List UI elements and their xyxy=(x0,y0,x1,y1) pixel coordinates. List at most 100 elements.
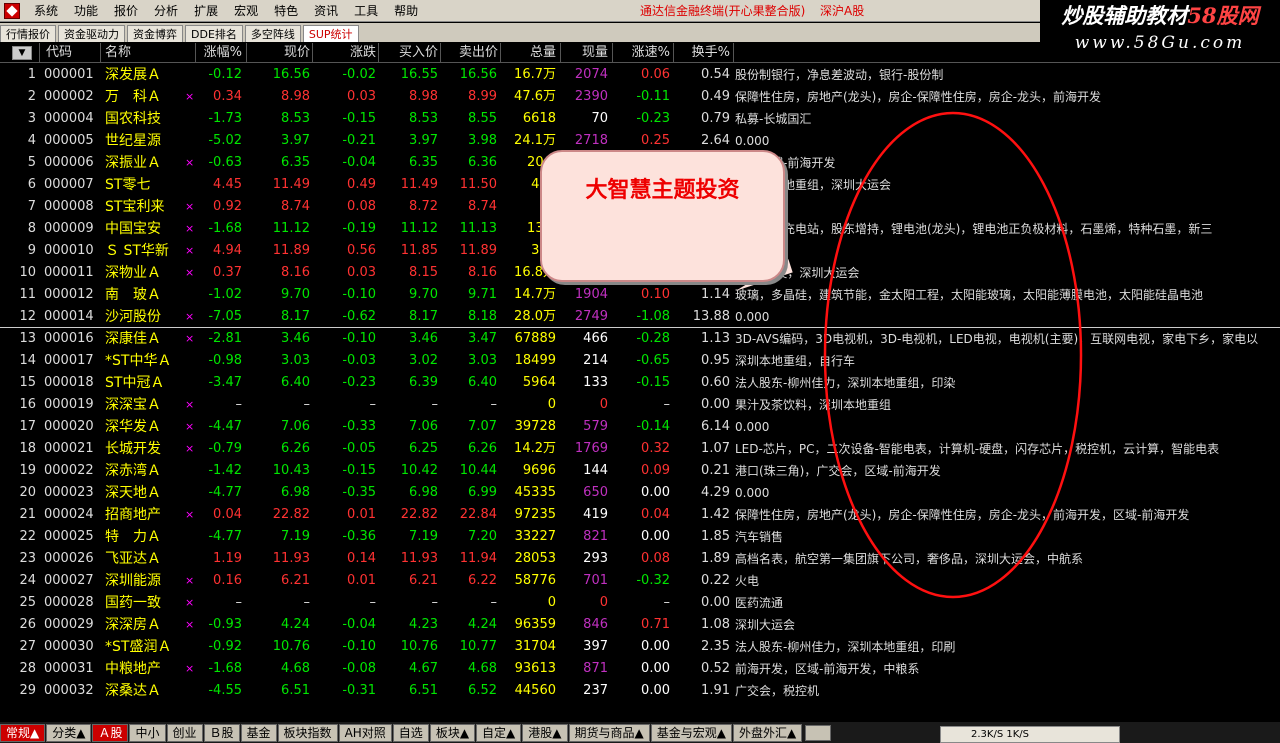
tab-fund-game[interactable]: 资金博弈 xyxy=(127,25,183,42)
table-row[interactable]: 28 000031 中粮地产 × -1.68 4.68 -0.08 4.67 4.68 93613… xyxy=(0,658,1280,680)
change-value: 0.01 xyxy=(347,507,376,522)
status-flag xyxy=(185,350,195,372)
table-row[interactable]: 21 000024 招商地产 × 0.04 22.82 0.01 22.82 22.84 9723… xyxy=(0,504,1280,526)
change-value: -0.05 xyxy=(342,441,376,456)
col-volume[interactable]: 总量 xyxy=(510,43,556,63)
col-current-volume[interactable]: 现量 xyxy=(565,43,608,63)
menu-tools[interactable]: 工具 xyxy=(346,0,386,22)
table-row[interactable]: 15 000018 ST中冠Ａ -3.47 6.40 -0.23 6.39 6.40 5964 1… xyxy=(0,372,1280,394)
table-row[interactable]: 3 000004 国农科技 -1.73 8.53 -0.15 8.53 8.55 6618 70 -… xyxy=(0,108,1280,130)
col-bid[interactable]: 买入价 xyxy=(380,43,438,63)
total-volume: 58776 xyxy=(514,573,556,588)
table-row[interactable]: 1 000001 深发展Ａ -0.12 16.56 -0.02 16.55 16.56 16.7… xyxy=(0,64,1280,86)
bottom-tab[interactable]: 期货与商品▲ xyxy=(568,723,650,742)
table-row[interactable]: 11 000012 南 玻Ａ -1.02 9.70 -0.10 9.70 9.71 14.7万 1… xyxy=(0,284,1280,306)
stock-name: 中粮地产 xyxy=(105,661,161,677)
col-turnover[interactable]: 换手% xyxy=(676,43,730,63)
table-row[interactable]: 17 000020 深华发Ａ × -4.47 7.06 -0.33 7.06 7.07 39728… xyxy=(0,416,1280,438)
tab-quote[interactable]: 行情报价 xyxy=(0,25,56,42)
status-flag: × xyxy=(185,574,195,587)
change-pct: 0.34 xyxy=(213,89,242,104)
turnover: 1.91 xyxy=(701,683,730,698)
menu-system[interactable]: 系统 xyxy=(26,0,66,22)
bottom-tab[interactable]: 板块指数 xyxy=(277,723,338,742)
turnover: 0.60 xyxy=(701,375,730,390)
bottom-tab[interactable]: 常规▲ xyxy=(0,723,46,742)
col-price[interactable]: 现价 xyxy=(260,43,310,63)
table-row[interactable]: 23 000026 飞亚达Ａ 1.19 11.93 0.14 11.93 11.94 28053… xyxy=(0,548,1280,570)
tab-sup-stats[interactable]: SUP统计 xyxy=(302,25,359,42)
stock-name: 世纪星源 xyxy=(105,133,161,149)
table-row[interactable]: 16 000019 深深宝Ａ × – – – – –0 0–0.00 果汁及茶饮料，深圳本地重组 xyxy=(0,394,1280,416)
col-speed[interactable]: 涨速% xyxy=(615,43,670,63)
turnover: 0.49 xyxy=(701,89,730,104)
row-index: 10 xyxy=(19,265,36,280)
table-row[interactable]: 18 000021 长城开发 × -0.79 6.26 -0.05 6.25 6.26 14.2万… xyxy=(0,438,1280,460)
table-row[interactable]: 25 000028 国药一致 × – – – – –0 0–0.00 医药流通 xyxy=(0,592,1280,614)
bottom-tab[interactable]: Ａ股 xyxy=(92,723,129,742)
stock-code: 000026 xyxy=(44,551,94,566)
menu-function[interactable]: 功能 xyxy=(66,0,106,22)
table-row[interactable]: 22 000025 特 力Ａ -4.77 7.19 -0.36 7.19 7.20 33227 8… xyxy=(0,526,1280,548)
table-row[interactable]: 14 000017 *ST中华Ａ -0.98 3.03 -0.03 3.02 3.03 1849… xyxy=(0,350,1280,372)
stock-name: 飞亚达Ａ xyxy=(105,551,161,567)
table-row[interactable]: 13 000016 深康佳Ａ × -2.81 3.46 -0.10 3.46 3.47 67889… xyxy=(0,328,1280,350)
status-flag xyxy=(185,64,195,86)
table-row[interactable]: 2 000002 万 科Ａ × 0.34 8.98 0.03 8.98 8.99 47.6万 239… xyxy=(0,86,1280,108)
stock-code: 000024 xyxy=(44,507,94,522)
tab-fund-drive[interactable]: 资金驱动力 xyxy=(58,25,125,42)
bottom-tab[interactable]: 自定▲ xyxy=(476,723,522,742)
col-name[interactable]: 名称 xyxy=(105,43,145,63)
table-row[interactable]: 27 000030 *ST盛润Ａ -0.92 10.76 -0.10 10.76 10.77 3… xyxy=(0,636,1280,658)
bottom-tab[interactable]: 基金与宏观▲ xyxy=(650,723,732,742)
row-index: 16 xyxy=(19,397,36,412)
menu-quote[interactable]: 报价 xyxy=(106,0,146,22)
scroll-left-button[interactable] xyxy=(805,724,832,741)
app-logo-icon[interactable] xyxy=(4,2,20,19)
bottom-tab[interactable]: 中小 xyxy=(129,723,166,742)
change-speed: -0.65 xyxy=(636,353,670,368)
bottom-tab[interactable]: 基金 xyxy=(240,723,277,742)
tab-long-short[interactable]: 多空阵线 xyxy=(244,25,301,42)
change-value: -0.10 xyxy=(342,287,376,302)
stock-name: Ｓ ST华新 xyxy=(105,243,169,259)
menu-analysis[interactable]: 分析 xyxy=(146,0,186,22)
table-row[interactable]: 29 000032 深桑达Ａ -4.55 6.51 -0.31 6.51 6.52 44560 2… xyxy=(0,680,1280,702)
table-row[interactable]: 19 000022 深赤湾Ａ -1.42 10.43 -0.15 10.42 10.44 969… xyxy=(0,460,1280,482)
sort-dropdown-button[interactable]: ▼ xyxy=(12,46,32,60)
row-index: 20 xyxy=(19,485,36,500)
total-volume: 9696 xyxy=(522,463,556,478)
bottom-tab[interactable]: AH对照 xyxy=(338,723,392,742)
stock-code: 000006 xyxy=(44,155,94,170)
table-row[interactable]: 26 000029 深深房Ａ × -0.93 4.24 -0.04 4.23 4.24 96359… xyxy=(0,614,1280,636)
bottom-tab[interactable]: 分类▲ xyxy=(46,723,92,742)
current-price: 6.26 xyxy=(281,441,310,456)
bottom-tab[interactable]: 自选 xyxy=(392,723,429,742)
row-index: 3 xyxy=(27,111,36,126)
col-code[interactable]: 代码 xyxy=(46,43,86,63)
change-speed: 0.10 xyxy=(641,287,670,302)
col-ask[interactable]: 卖出价 xyxy=(440,43,498,63)
col-change-pct[interactable]: 涨幅% xyxy=(190,43,242,63)
row-index: 23 xyxy=(19,551,36,566)
menu-macro[interactable]: 宏观 xyxy=(226,0,266,22)
bottom-tab[interactable]: 板块▲ xyxy=(429,723,476,742)
table-row[interactable]: 4 000005 世纪星源 -5.02 3.97 -0.21 3.97 3.98 24.1万 27… xyxy=(0,130,1280,152)
bottom-tab[interactable]: Ｂ股 xyxy=(203,723,240,742)
menu-news[interactable]: 资讯 xyxy=(306,0,346,22)
stock-name: ST宝利来 xyxy=(105,199,165,215)
bottom-tab[interactable]: 外盘外汇▲ xyxy=(732,723,803,742)
col-change[interactable]: 涨跌 xyxy=(326,43,376,63)
bottom-tab[interactable]: 创业 xyxy=(166,723,203,742)
bid-price: 10.42 xyxy=(400,463,438,478)
menu-help[interactable]: 帮助 xyxy=(386,0,426,22)
table-row[interactable]: 24 000027 深圳能源 × 0.16 6.21 0.01 6.21 6.22 58776 70… xyxy=(0,570,1280,592)
menu-extend[interactable]: 扩展 xyxy=(186,0,226,22)
menu-feature[interactable]: 特色 xyxy=(266,0,306,22)
table-row[interactable]: 20 000023 深天地Ａ -4.77 6.98 -0.35 6.98 6.99 45335 6… xyxy=(0,482,1280,504)
bottom-tab[interactable]: 港股▲ xyxy=(522,723,568,742)
tab-dde-rank[interactable]: DDE排名 xyxy=(185,25,243,42)
change-pct: -0.98 xyxy=(208,353,242,368)
table-row[interactable]: 12 000014 沙河股份 × -7.05 8.17 -0.62 8.17 8.18 28.0万… xyxy=(0,306,1280,328)
total-volume: 14.7万 xyxy=(514,287,556,302)
